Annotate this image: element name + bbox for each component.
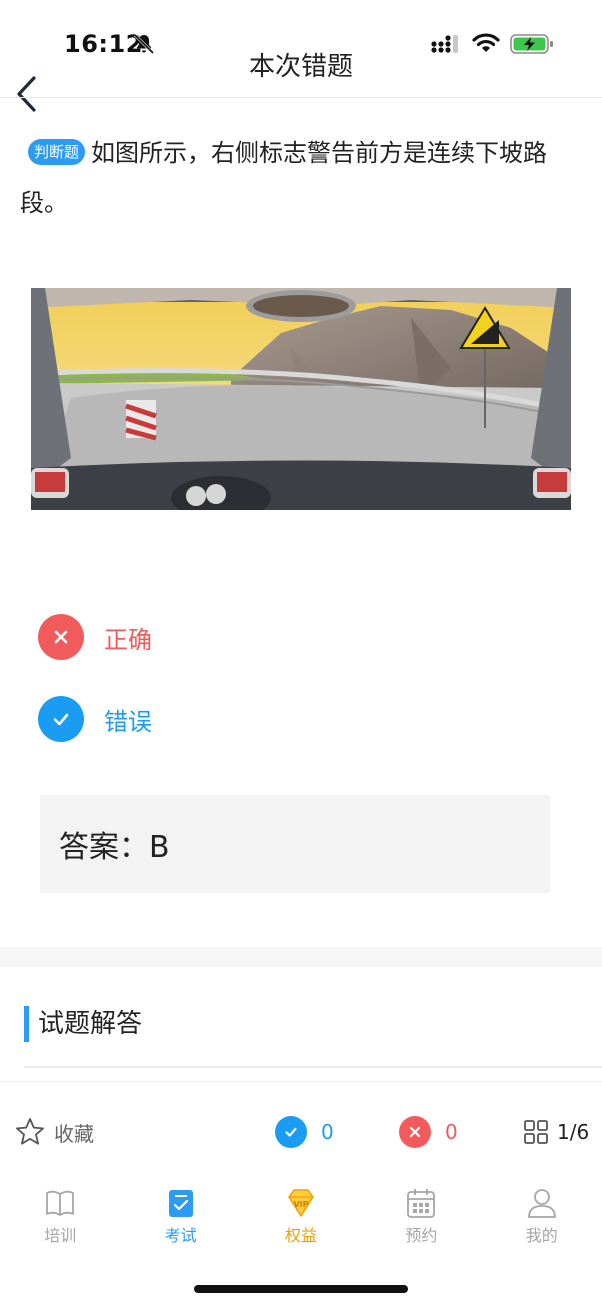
action-bar: 收藏 0 0 1/6 bbox=[0, 1110, 602, 1154]
tab-profile[interactable]: 我的 bbox=[482, 1186, 602, 1252]
question-text: 如图所示，右侧标志警告前方是连续下坡路段。 bbox=[20, 139, 548, 217]
tab-exam[interactable]: 考试 bbox=[120, 1186, 240, 1252]
grid-icon bbox=[524, 1120, 548, 1144]
option-label: 错误 bbox=[104, 707, 152, 736]
tab-label: 预约 bbox=[405, 1226, 438, 1245]
exam-icon bbox=[168, 1190, 193, 1217]
x-circle-icon bbox=[399, 1116, 431, 1148]
wrong-choice-icon bbox=[38, 614, 84, 660]
tab-label: 我的 bbox=[525, 1226, 558, 1245]
book-icon bbox=[46, 1190, 75, 1216]
option-true[interactable]: 正确 bbox=[38, 614, 152, 660]
home-indicator[interactable] bbox=[194, 1285, 408, 1293]
bottom-tab-bar: 培训 考试 VIP 权益 预约 我的 bbox=[0, 1186, 602, 1252]
progress-value: 1/6 bbox=[557, 1120, 590, 1144]
tab-label: 权益 bbox=[284, 1226, 317, 1245]
option-false[interactable]: 错误 bbox=[38, 696, 152, 742]
tab-label: 考试 bbox=[164, 1226, 197, 1245]
answer-box: 答案：B bbox=[40, 795, 550, 893]
driving-scene-illustration bbox=[31, 288, 571, 510]
check-circle-icon bbox=[275, 1116, 307, 1148]
checkmark-icon bbox=[53, 713, 69, 726]
tab-benefits[interactable]: VIP 权益 bbox=[241, 1186, 361, 1252]
correct-count[interactable]: 0 bbox=[275, 1110, 334, 1154]
tab-booking[interactable]: 预约 bbox=[361, 1186, 481, 1252]
favorite-label: 收藏 bbox=[54, 1121, 94, 1146]
question-type-badge: 判断题 bbox=[28, 139, 86, 165]
answer-text: 答案：B bbox=[59, 830, 170, 865]
explanation-title: 试题解答 bbox=[24, 1006, 142, 1042]
correct-count-value: 0 bbox=[321, 1120, 334, 1144]
back-arrow-icon[interactable] bbox=[10, 74, 44, 114]
option-label: 正确 bbox=[104, 625, 152, 654]
wrong-count-value: 0 bbox=[445, 1120, 458, 1144]
tab-label: 培训 bbox=[44, 1226, 77, 1245]
svg-text:VIP: VIP bbox=[293, 1200, 308, 1209]
question-text-block: 判断题 如图所示，右侧标志警告前方是连续下坡路段。 bbox=[20, 128, 586, 228]
star-icon bbox=[16, 1118, 44, 1145]
explanation-divider bbox=[24, 1066, 602, 1068]
tab-training[interactable]: 培训 bbox=[0, 1186, 120, 1252]
favorite-button[interactable]: 收藏 bbox=[14, 1110, 94, 1154]
section-divider bbox=[0, 947, 602, 967]
calendar-icon bbox=[407, 1189, 436, 1218]
wrong-count[interactable]: 0 bbox=[399, 1110, 458, 1154]
x-mark-icon bbox=[54, 630, 68, 644]
x-mark-icon bbox=[409, 1126, 421, 1138]
correct-choice-icon bbox=[38, 696, 84, 742]
checkmark-icon bbox=[285, 1127, 297, 1137]
person-icon bbox=[527, 1189, 556, 1218]
action-bar-divider bbox=[0, 1081, 602, 1082]
vip-diamond-icon: VIP bbox=[288, 1189, 314, 1217]
question-grid-button[interactable]: 1/6 bbox=[523, 1110, 589, 1154]
header-divider bbox=[0, 97, 602, 98]
page-title: 本次错题 bbox=[248, 52, 353, 82]
